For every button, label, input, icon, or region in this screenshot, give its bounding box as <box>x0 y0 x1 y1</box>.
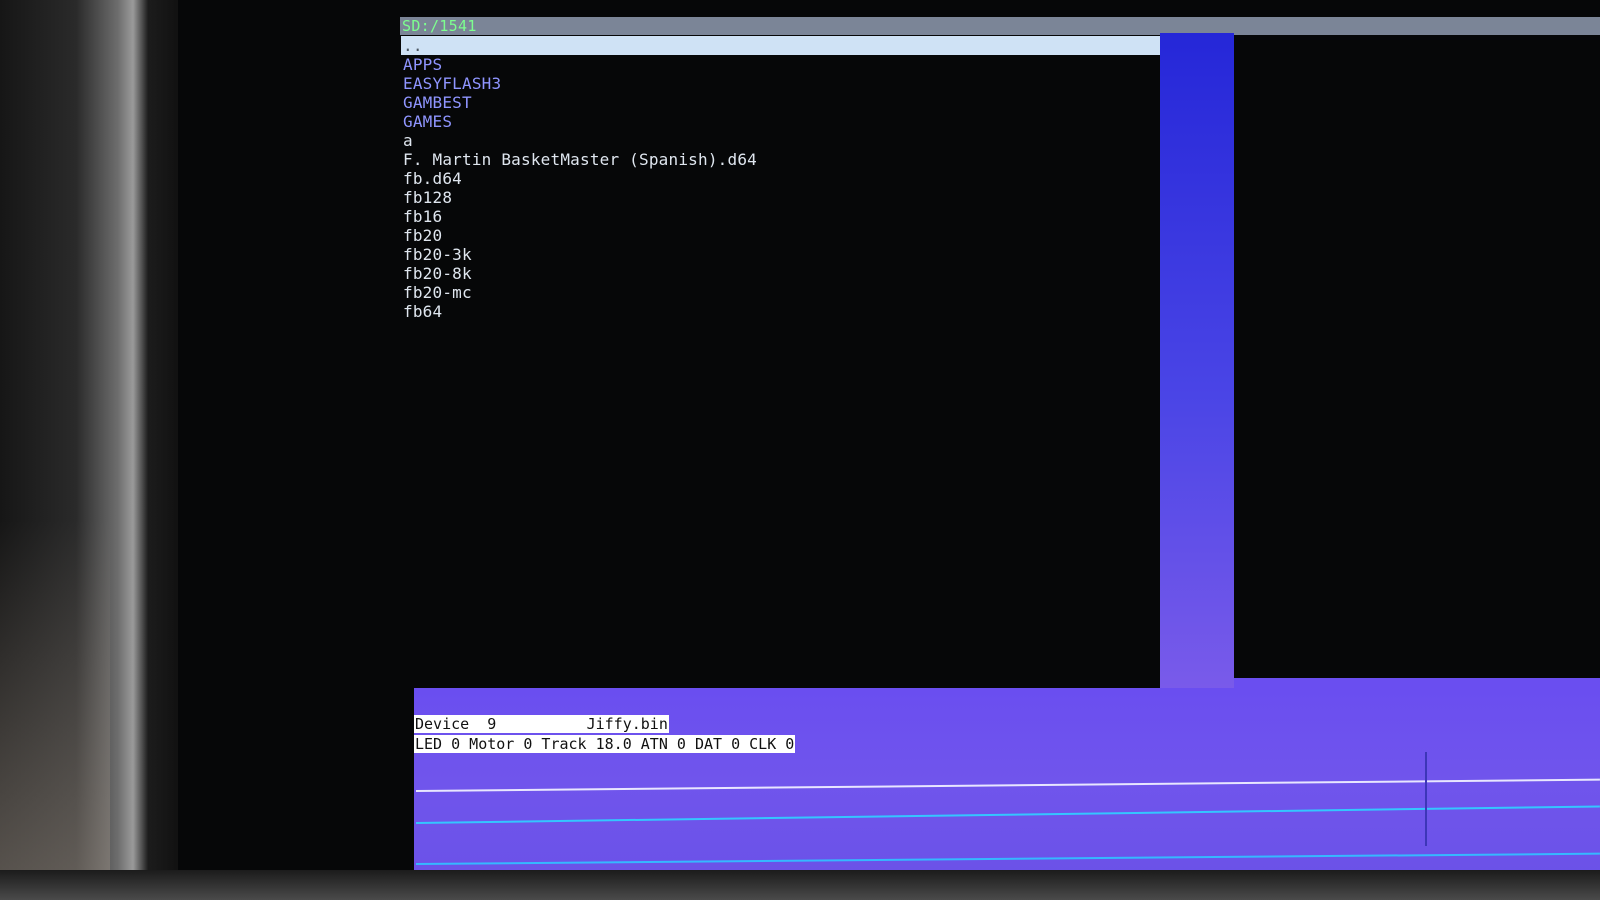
list-item-parent-dir[interactable]: .. <box>401 36 1161 55</box>
list-item-dir[interactable]: GAMBEST <box>401 93 1161 112</box>
drive-status: LED 0 Motor 0 Track 18.0 ATN 0 DAT 0 CLK… <box>414 735 796 753</box>
list-item-file[interactable]: fb128 <box>401 188 1161 207</box>
raster-column <box>1160 33 1234 693</box>
list-item-file[interactable]: a <box>401 131 1161 150</box>
device-status: Device 9 Jiffy.bin <box>414 715 669 733</box>
current-path: SD:/1541 <box>400 17 1600 35</box>
monitor-bezel-left <box>0 0 190 900</box>
list-item-dir[interactable]: APPS <box>401 55 1161 74</box>
file-list: .. APPS EASYFLASH3 GAMBEST GAMES a F. Ma… <box>401 36 1161 321</box>
list-item-dir[interactable]: EASYFLASH3 <box>401 74 1161 93</box>
list-item-file[interactable]: fb16 <box>401 207 1161 226</box>
monitor-bezel-bottom <box>0 870 1600 900</box>
list-item-dir[interactable]: GAMES <box>401 112 1161 131</box>
list-item-file[interactable]: fb20 <box>401 226 1161 245</box>
list-item-file[interactable]: fb.d64 <box>401 169 1161 188</box>
list-item-file[interactable]: fb64 <box>401 302 1161 321</box>
list-item-file[interactable]: fb20-3k <box>401 245 1161 264</box>
list-item-file[interactable]: F. Martin BasketMaster (Spanish).d64 <box>401 150 1161 169</box>
list-item-file[interactable]: fb20-mc <box>401 283 1161 302</box>
list-item-file[interactable]: fb20-8k <box>401 264 1161 283</box>
timeline-marker <box>1425 752 1427 846</box>
